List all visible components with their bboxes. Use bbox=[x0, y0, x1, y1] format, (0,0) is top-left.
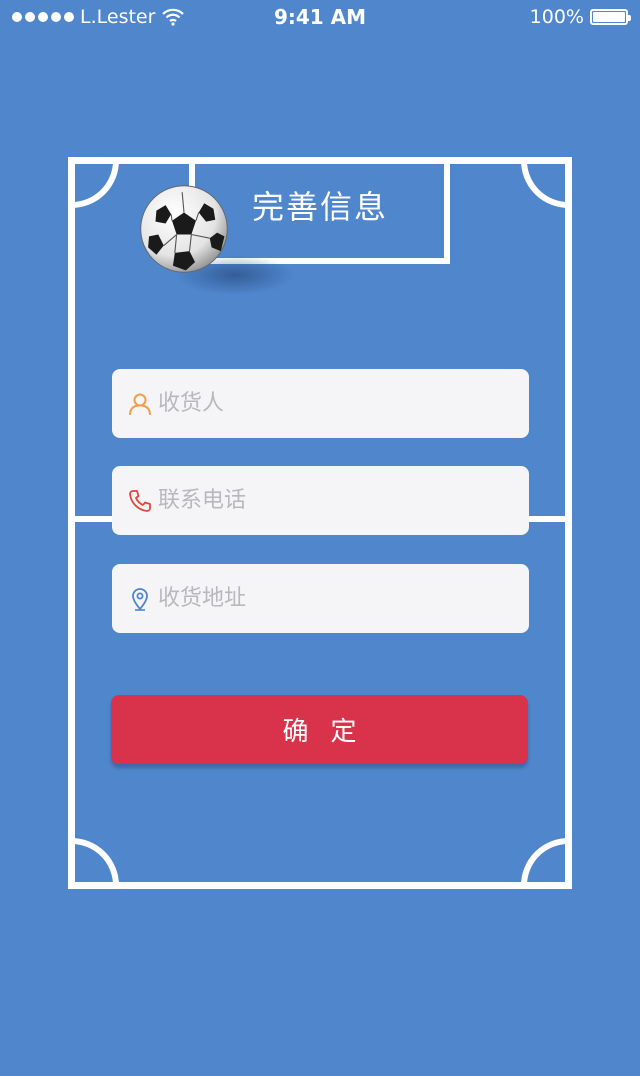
address-input[interactable] bbox=[158, 578, 498, 619]
phone-input[interactable] bbox=[158, 480, 498, 521]
receiver-input[interactable] bbox=[158, 383, 498, 424]
location-pin-icon bbox=[128, 587, 152, 611]
status-bar: L.Lester 9:41 AM 100% bbox=[0, 0, 640, 36]
page-title: 完善信息 bbox=[251, 188, 388, 226]
phone-icon bbox=[128, 489, 152, 513]
address-field-container bbox=[112, 564, 529, 633]
soccer-ball-icon bbox=[140, 185, 228, 273]
status-right: 100% bbox=[529, 6, 631, 28]
person-icon bbox=[128, 392, 152, 416]
battery-percent: 100% bbox=[529, 6, 584, 28]
battery-icon bbox=[590, 9, 631, 25]
confirm-button[interactable]: 确定 bbox=[111, 695, 528, 764]
receiver-field-container bbox=[112, 369, 529, 438]
phone-field-container bbox=[112, 466, 529, 535]
